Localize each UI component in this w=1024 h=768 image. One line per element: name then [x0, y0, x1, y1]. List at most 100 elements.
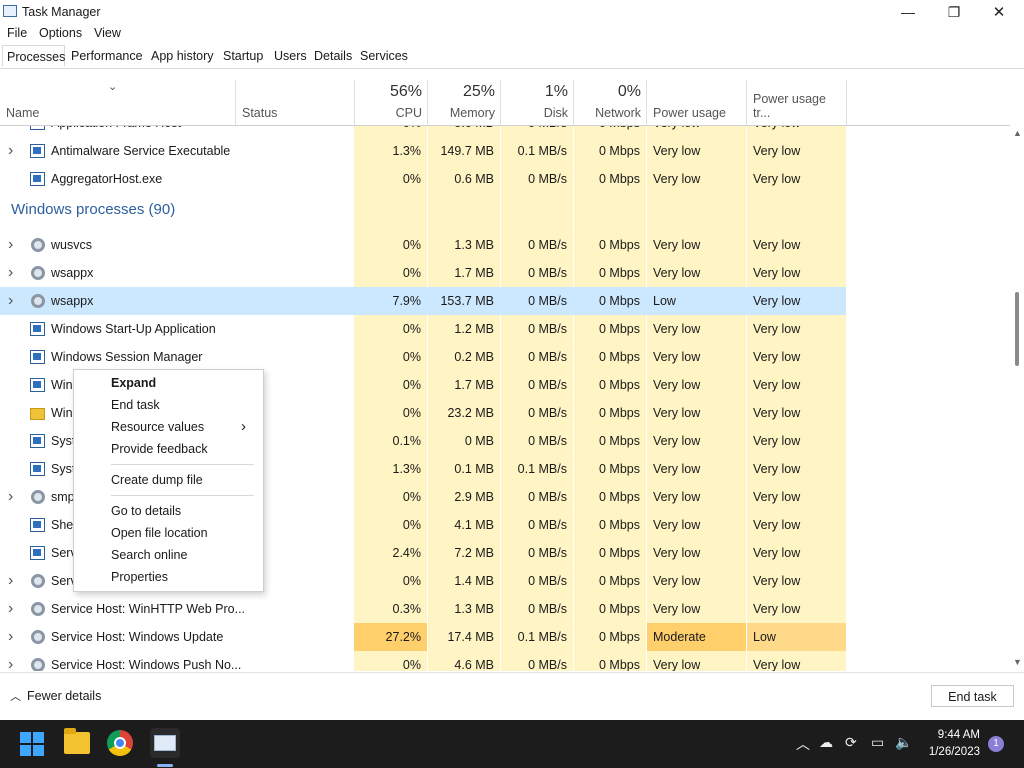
ctx-item-provide-feedback[interactable]: Provide feedback	[111, 438, 254, 460]
ctx-item-resource-values[interactable]: Resource values ›	[111, 416, 254, 438]
ctx-item-end-task[interactable]: End task	[111, 394, 254, 416]
power-trend-value: Very low	[753, 322, 801, 336]
file-explorer-icon[interactable]	[64, 728, 90, 754]
col-power-usage[interactable]: Power usage	[646, 80, 747, 125]
group-header[interactable]: Windows processes (90)	[0, 196, 1010, 224]
system-clock[interactable]: 9:44 AM 1/26/2023	[929, 727, 980, 761]
power-usage-value: Very low	[653, 434, 701, 448]
table-row[interactable]: Application Frame Host0% 5.0 MB 0 MB/s 0 Mb…	[0, 126, 1010, 137]
disk-value: 0.1 MB/s	[517, 462, 567, 476]
ctx-item-label: Go to details	[111, 504, 182, 518]
chevron-up-tray-icon[interactable]: ︿	[796, 734, 810, 754]
minimize-button[interactable]: —	[885, 0, 931, 24]
chrome-icon[interactable]	[107, 730, 133, 756]
process-name: wusvcs	[51, 238, 92, 252]
tab-processes[interactable]: Processes	[2, 45, 65, 67]
ctx-item-go-to-details[interactable]: Go to details	[111, 500, 254, 522]
chevron-right-icon[interactable]: ›	[8, 567, 13, 595]
table-row[interactable]: Windows Start-Up Application 0% 1.2 MB 0 MB…	[0, 315, 1010, 343]
memory-value: 17.4 MB	[447, 630, 494, 644]
disk-value: 0 MB/s	[528, 406, 567, 420]
volume-icon[interactable]: 🔈	[895, 734, 912, 751]
table-row[interactable]: › Service Host: Windows Update 27.2% 17.4 M…	[0, 623, 1010, 651]
table-row[interactable]: › wusvcs 0% 1.3 MB 0 MB/s 0 Mbps Very low Very …	[0, 231, 1010, 259]
disk-value: 0 MB/s	[528, 322, 567, 336]
chevron-right-icon[interactable]: ›	[8, 595, 13, 623]
col-status[interactable]: Status	[235, 80, 355, 125]
vertical-scrollbar[interactable]: ▲ ▼	[1010, 126, 1024, 671]
ctx-item-search-online[interactable]: Search online	[111, 544, 254, 566]
sync-icon[interactable]: ⟳	[845, 734, 857, 751]
cloud-icon[interactable]: ☁	[819, 734, 833, 751]
col-cpu-label: CPU	[395, 106, 422, 120]
folder-icon	[30, 408, 45, 420]
tab-app-history[interactable]: App history	[147, 45, 218, 67]
power-usage-value: Very low	[653, 406, 701, 420]
power-usage-value: Very low	[653, 546, 701, 560]
tab-details[interactable]: Details	[310, 45, 356, 67]
table-row-selected[interactable]: › wsappx 7.9% 153.7 MB 0 MB/s 0 Mbps Low Very l…	[0, 287, 1010, 315]
network-value: 0 Mbps	[599, 294, 640, 308]
power-trend-value: Very low	[753, 350, 801, 364]
power-trend-value: Very low	[753, 266, 801, 280]
app-window-icon	[30, 546, 45, 560]
chevron-right-icon[interactable]: ›	[8, 623, 13, 651]
power-trend-value: Very low	[753, 434, 801, 448]
chevron-right-icon[interactable]: ›	[8, 651, 13, 671]
menu-view[interactable]: View	[94, 26, 121, 40]
scrollbar-thumb[interactable]	[1015, 292, 1019, 366]
table-row[interactable]: AggregatorHost.exe 0% 0.6 MB 0 MB/s 0 Mbps Ve…	[0, 165, 1010, 193]
scroll-up-arrow-icon[interactable]: ▲	[1013, 128, 1022, 138]
col-disk[interactable]: 1% Disk	[500, 80, 574, 125]
task-manager-taskbar-icon[interactable]	[150, 728, 180, 758]
col-power-trend[interactable]: Power usage tr...	[746, 80, 847, 125]
table-row[interactable]: › Service Host: Windows Push No... 0% 4.6 M…	[0, 651, 1010, 671]
scroll-down-arrow-icon[interactable]: ▼	[1013, 657, 1022, 667]
notification-badge[interactable]: 1	[988, 736, 1004, 752]
network-value: 0 Mbps	[599, 406, 640, 420]
fewer-details-link[interactable]: ︿ Fewer details	[10, 688, 101, 704]
ctx-item-expand[interactable]: Expand	[111, 372, 254, 394]
col-name[interactable]: Name	[0, 80, 235, 125]
cpu-value: 0%	[402, 490, 421, 504]
tab-startup[interactable]: Startup	[219, 45, 267, 67]
ctx-item-open-file-location[interactable]: Open file location	[111, 522, 254, 544]
network-value: 0 Mbps	[574, 126, 640, 137]
chevron-right-icon[interactable]: ›	[8, 137, 13, 165]
network-value: 0 Mbps	[599, 144, 640, 158]
cpu-value: 0%	[402, 574, 421, 588]
windows-start-icon[interactable]	[20, 732, 44, 756]
table-row[interactable]: › Antimalware Service Executable 1.3% 149.7…	[0, 137, 1010, 165]
clock-time: 9:44 AM	[937, 729, 980, 741]
table-row[interactable]: Windows Session Manager 0% 0.2 MB 0 MB/s 0 M…	[0, 343, 1010, 371]
menu-options[interactable]: Options	[39, 26, 82, 40]
maximize-button[interactable]: ❐	[931, 0, 977, 24]
chevron-right-icon[interactable]: ›	[8, 259, 13, 287]
display-icon[interactable]: ▭	[871, 734, 884, 751]
power-usage-value: Very low	[653, 602, 701, 616]
memory-value: 1.3 MB	[454, 602, 494, 616]
close-button[interactable]: ✕	[976, 0, 1022, 24]
ctx-item-create-dump-file[interactable]: Create dump file	[111, 469, 254, 491]
menu-file[interactable]: File	[7, 26, 27, 40]
cpu-value: 27.2%	[385, 630, 421, 644]
disk-value: 0 MB/s	[501, 126, 567, 137]
ctx-item-properties[interactable]: Properties	[111, 566, 254, 588]
col-cpu[interactable]: 56% CPU	[354, 80, 428, 125]
chevron-right-icon[interactable]: ›	[8, 483, 13, 511]
table-row[interactable]: › Service Host: WinHTTP Web Pro... 0.3% 1.3…	[0, 595, 1010, 623]
col-memory[interactable]: 25% Memory	[427, 80, 501, 125]
ctx-item-label: Provide feedback	[111, 442, 208, 456]
table-row[interactable]: › wsappx 0% 1.7 MB 0 MB/s 0 Mbps Very low Very …	[0, 259, 1010, 287]
memory-value: 1.3 MB	[454, 238, 494, 252]
col-network[interactable]: 0% Network	[573, 80, 647, 125]
active-app-indicator	[157, 764, 173, 767]
end-task-button[interactable]: End task	[931, 685, 1014, 707]
chevron-right-icon[interactable]: ›	[8, 287, 13, 315]
tab-users[interactable]: Users	[270, 45, 311, 67]
chevron-right-icon[interactable]: ›	[8, 231, 13, 259]
tab-performance[interactable]: Performance	[67, 45, 147, 67]
col-network-label: Network	[595, 106, 641, 120]
tab-services[interactable]: Services	[356, 45, 412, 67]
cpu-value: 0%	[402, 406, 421, 420]
